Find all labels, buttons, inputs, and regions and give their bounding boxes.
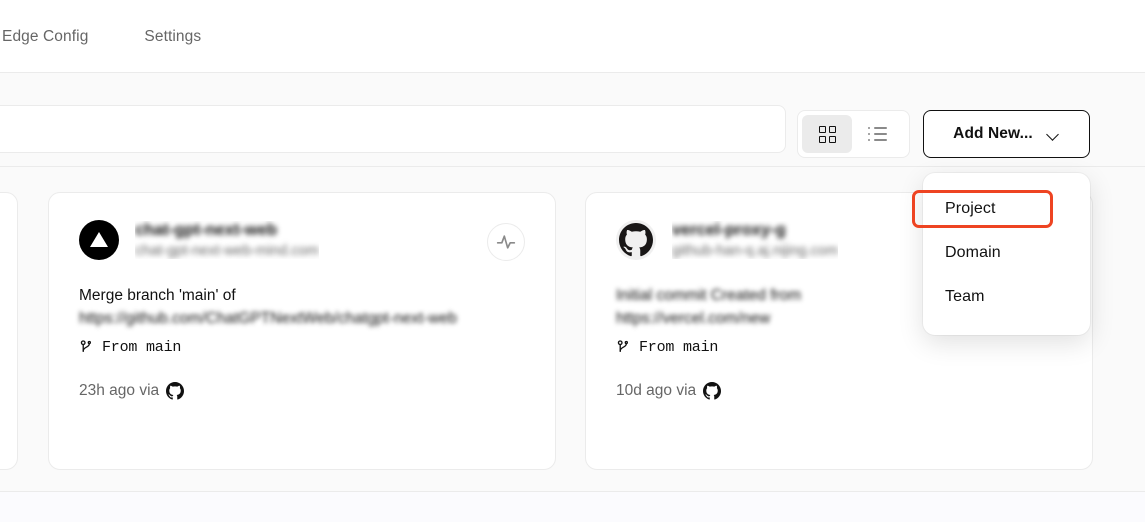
project-card-partial[interactable] bbox=[0, 192, 18, 470]
search-field[interactable] bbox=[0, 105, 786, 153]
chevron-down-icon bbox=[1047, 130, 1060, 138]
deploy-time-row: 23h ago via bbox=[79, 381, 525, 400]
tab-edge-config[interactable]: Edge Config bbox=[2, 29, 88, 45]
dropdown-item-project[interactable]: Project bbox=[923, 187, 1090, 231]
project-card-header: chat-gpt-next-web chat-gpt-next-web-mind… bbox=[79, 220, 525, 261]
github-icon bbox=[616, 220, 656, 260]
deploy-time-label: 23h ago via bbox=[79, 381, 160, 399]
dropdown-item-domain[interactable]: Domain bbox=[923, 231, 1090, 275]
add-new-label: Add New... bbox=[953, 125, 1033, 142]
github-icon bbox=[166, 381, 185, 400]
branch-row: From main bbox=[79, 339, 525, 356]
project-domain: github-han-q.aj.nijing.com bbox=[672, 242, 839, 259]
deploy-time-row: 10d ago via bbox=[616, 381, 1062, 400]
list-view-button[interactable] bbox=[852, 115, 902, 153]
search-input[interactable] bbox=[3, 119, 785, 139]
dropdown-item-team[interactable]: Team bbox=[923, 275, 1090, 319]
activity-pulse-icon[interactable] bbox=[487, 223, 525, 261]
github-icon bbox=[703, 381, 722, 400]
branch-label: From main bbox=[639, 338, 719, 356]
branch-row: From main bbox=[616, 339, 1062, 356]
vercel-triangle-icon bbox=[79, 220, 119, 260]
grid-view-button[interactable] bbox=[802, 115, 852, 153]
grid-view-icon bbox=[818, 125, 836, 143]
tab-list: Edge Config Settings bbox=[0, 29, 201, 45]
project-identity: chat-gpt-next-web chat-gpt-next-web-mind… bbox=[135, 221, 319, 260]
add-new-dropdown-menu: Project Domain Team bbox=[923, 173, 1090, 335]
add-new-button[interactable]: Add New... bbox=[923, 110, 1090, 158]
list-view-icon bbox=[868, 127, 887, 141]
deploy-time-label: 10d ago via bbox=[616, 381, 697, 399]
project-name: chat-gpt-next-web bbox=[135, 220, 278, 239]
tab-settings[interactable]: Settings bbox=[144, 29, 201, 45]
tab-bar: Edge Config Settings bbox=[0, 0, 1145, 73]
vercel-dashboard: Edge Config Settings Add New... chat-gpt… bbox=[0, 0, 1145, 522]
commit-info: Merge branch 'main' of https://github.co… bbox=[79, 284, 525, 400]
project-card[interactable]: chat-gpt-next-web chat-gpt-next-web-mind… bbox=[48, 192, 556, 470]
git-branch-icon bbox=[80, 340, 91, 352]
view-toggle-group bbox=[797, 110, 910, 158]
branch-label: From main bbox=[102, 338, 182, 356]
commit-message-line1: Merge branch 'main' of bbox=[79, 287, 236, 304]
project-name: vercel-proxy-g bbox=[672, 220, 786, 239]
commit-message-line2: https://github.com/ChatGPTNextWeb/chatgp… bbox=[79, 310, 457, 328]
project-domain: chat-gpt-next-web-mind.com bbox=[135, 242, 319, 259]
page-bottom-strip bbox=[0, 492, 1145, 522]
project-identity: vercel-proxy-g github-han-q.aj.nijing.co… bbox=[672, 221, 838, 260]
git-branch-icon bbox=[617, 340, 628, 352]
